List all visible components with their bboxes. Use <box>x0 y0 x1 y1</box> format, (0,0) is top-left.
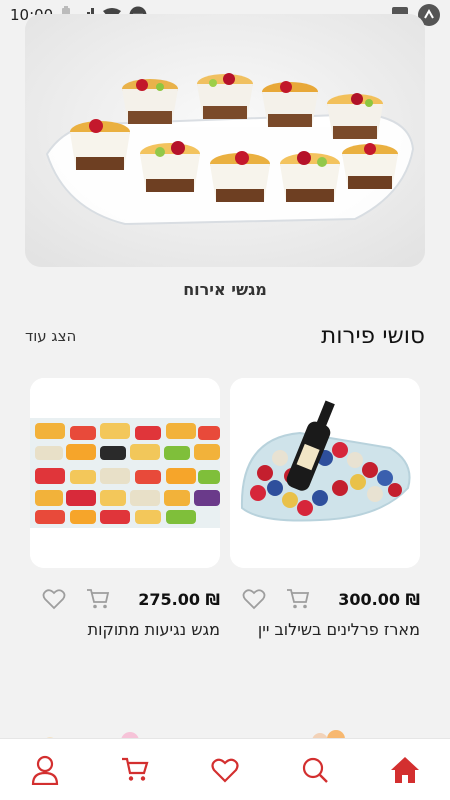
product-actions: 275.00 ₪ <box>30 586 220 612</box>
search-icon[interactable] <box>290 745 340 795</box>
product-actions: 300.00 ₪ <box>230 586 420 612</box>
cart-icon[interactable] <box>110 745 160 795</box>
heart-icon[interactable] <box>242 588 266 610</box>
product-name[interactable]: מגש נגיעות מתוקות <box>30 620 220 639</box>
section-title: סושי פירות <box>321 323 425 349</box>
product-name[interactable]: מארז פרלינים בשילוב יין <box>230 620 420 639</box>
product-card[interactable]: 300.00 ₪ מארז פרלינים בשילוב יין <box>230 378 420 639</box>
action-icons <box>30 588 110 610</box>
product-image[interactable] <box>230 378 420 568</box>
category-card-image[interactable] <box>25 14 425 267</box>
cart-icon[interactable] <box>286 588 310 610</box>
product-price: 300.00 ₪ <box>338 589 420 609</box>
heart-icon[interactable] <box>200 745 250 795</box>
fruit-skewers-image <box>30 378 220 568</box>
fruit-cups-tray-image <box>25 14 425 267</box>
wine-candies-image <box>230 378 420 568</box>
user-icon[interactable] <box>20 745 70 795</box>
app-screen: 10:00 מגשי אירוח הצג עוד סושי פירות 300.… <box>0 0 450 800</box>
home-icon[interactable] <box>380 745 430 795</box>
heart-icon[interactable] <box>42 588 66 610</box>
product-card[interactable]: 275.00 ₪ מגש נגיעות מתוקות <box>30 378 220 639</box>
show-more-link[interactable]: הצג עוד <box>25 327 76 345</box>
product-price: 275.00 ₪ <box>138 589 220 609</box>
category-label[interactable]: מגשי אירוח <box>0 280 450 299</box>
action-icons <box>230 588 310 610</box>
cart-icon[interactable] <box>86 588 110 610</box>
bottom-nav <box>0 738 450 800</box>
section-header: הצג עוד סושי פירות <box>25 320 425 352</box>
product-image[interactable] <box>30 378 220 568</box>
